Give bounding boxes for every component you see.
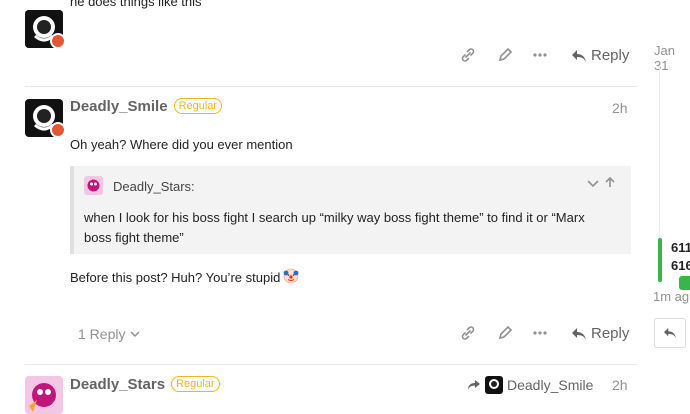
quote-collapse-icon[interactable] xyxy=(587,177,599,192)
reply-to-arrow-icon xyxy=(468,380,480,390)
reply-label: Reply xyxy=(591,47,630,64)
user-flair: Regular xyxy=(173,98,223,114)
copy-link-icon[interactable] xyxy=(460,325,476,344)
post-username[interactable]: Deadly_Smile xyxy=(70,98,168,115)
more-options-icon[interactable] xyxy=(532,325,548,344)
reply-arrow-icon xyxy=(572,327,586,340)
post-text-snippet: he does things like this xyxy=(70,0,202,9)
reply-to-indicator[interactable]: Deadly_Smile xyxy=(467,376,593,394)
avatar-deadly-stars[interactable] xyxy=(25,376,63,414)
timeline-reply-button[interactable] xyxy=(654,318,686,348)
timeline-count-line1: 611 xyxy=(671,240,690,255)
reply-to-avatar xyxy=(485,376,503,394)
post-header: Deadly_Smile Regular xyxy=(70,98,223,115)
quote-author: Deadly_Stars: xyxy=(113,179,195,194)
quote-jump-up-icon[interactable] xyxy=(604,176,616,191)
timeline-scroll-handle[interactable] xyxy=(658,238,662,282)
post-body-line2-text: Before this post? Huh? You’re stupid xyxy=(70,270,281,285)
post-time[interactable]: 2h xyxy=(612,100,628,116)
clown-emoji-icon xyxy=(283,268,299,287)
quote-text: when I look for his boss fight I search … xyxy=(84,210,585,245)
user-flair: Regular xyxy=(171,376,220,392)
next-post-username[interactable]: Deadly_Stars xyxy=(70,376,165,393)
timeline-green-tag xyxy=(679,276,690,290)
reply-label: Reply xyxy=(591,325,630,342)
chevron-down-icon xyxy=(130,331,140,338)
timeline-bottom-date[interactable]: 1m ag xyxy=(653,289,689,304)
reply-arrow-icon xyxy=(664,327,676,339)
edit-pencil-icon[interactable] xyxy=(497,47,513,66)
flair-badge-icon xyxy=(50,122,66,138)
next-post-time[interactable]: 2h xyxy=(612,377,628,393)
next-post-header: Deadly_Stars Regular xyxy=(70,376,220,393)
post-divider xyxy=(25,364,637,365)
timeline-count-line2: 616 xyxy=(671,258,690,273)
quote-avatar[interactable] xyxy=(84,176,103,195)
replies-toggle[interactable]: 1 Reply xyxy=(78,326,140,342)
post-divider xyxy=(25,86,637,87)
flair-badge-icon xyxy=(50,33,66,49)
reply-button[interactable]: Reply xyxy=(571,325,629,342)
post-body-line1: Oh yeah? Where did you ever mention xyxy=(70,137,293,152)
post-body-line2: Before this post? Huh? You’re stupid xyxy=(70,268,299,287)
reply-button-top[interactable]: Reply xyxy=(571,47,629,64)
replies-label: 1 Reply xyxy=(78,326,126,342)
reply-arrow-icon xyxy=(572,49,586,62)
more-options-icon[interactable] xyxy=(532,47,548,66)
edit-pencil-icon[interactable] xyxy=(497,325,513,344)
copy-link-icon[interactable] xyxy=(460,47,476,66)
reply-to-username: Deadly_Smile xyxy=(507,377,594,393)
